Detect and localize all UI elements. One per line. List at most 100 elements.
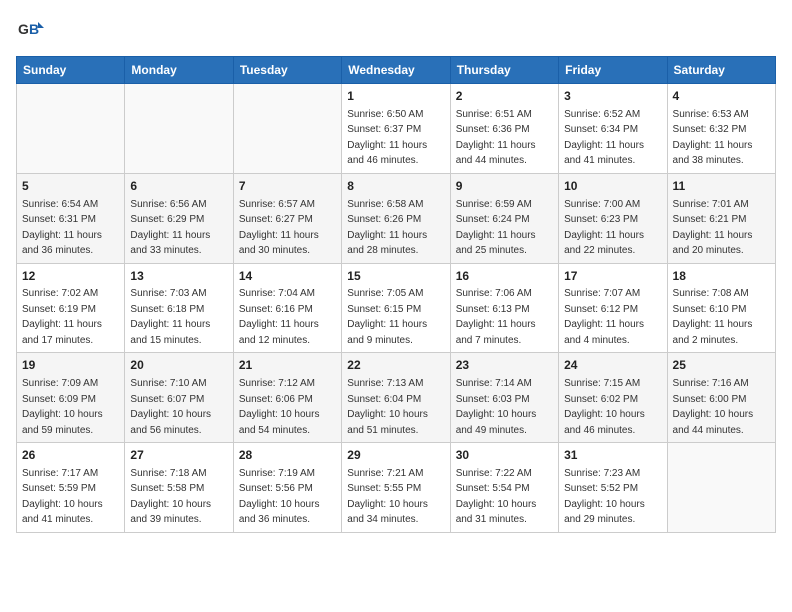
day-number: 30 (456, 447, 553, 464)
day-number: 1 (347, 88, 444, 105)
calendar-cell: 4 Sunrise: 6:53 AMSunset: 6:32 PMDaylight… (667, 84, 775, 174)
page-header: G B (16, 16, 776, 44)
svg-text:G: G (18, 21, 29, 37)
day-number: 23 (456, 357, 553, 374)
day-info: Sunrise: 7:14 AMSunset: 6:03 PMDaylight:… (456, 378, 537, 436)
col-header-monday: Monday (125, 57, 233, 84)
day-info: Sunrise: 7:09 AMSunset: 6:09 PMDaylight:… (22, 378, 103, 436)
calendar-cell: 27 Sunrise: 7:18 AMSunset: 5:58 PMDayligh… (125, 443, 233, 533)
calendar-cell: 25 Sunrise: 7:16 AMSunset: 6:00 PMDayligh… (667, 353, 775, 443)
day-number: 21 (239, 357, 336, 374)
calendar-cell: 14 Sunrise: 7:04 AMSunset: 6:16 PMDayligh… (233, 263, 341, 353)
day-info: Sunrise: 6:57 AMSunset: 6:27 PMDaylight:… (239, 199, 319, 257)
day-info: Sunrise: 6:59 AMSunset: 6:24 PMDaylight:… (456, 199, 536, 257)
day-number: 25 (673, 357, 770, 374)
calendar-cell: 15 Sunrise: 7:05 AMSunset: 6:15 PMDayligh… (342, 263, 450, 353)
day-number: 9 (456, 178, 553, 195)
calendar-cell: 29 Sunrise: 7:21 AMSunset: 5:55 PMDayligh… (342, 443, 450, 533)
calendar-cell (17, 84, 125, 174)
day-info: Sunrise: 7:17 AMSunset: 5:59 PMDaylight:… (22, 468, 103, 526)
day-number: 6 (130, 178, 227, 195)
day-number: 16 (456, 268, 553, 285)
day-info: Sunrise: 6:50 AMSunset: 6:37 PMDaylight:… (347, 109, 427, 167)
calendar-cell: 22 Sunrise: 7:13 AMSunset: 6:04 PMDayligh… (342, 353, 450, 443)
calendar-cell: 20 Sunrise: 7:10 AMSunset: 6:07 PMDayligh… (125, 353, 233, 443)
day-info: Sunrise: 7:04 AMSunset: 6:16 PMDaylight:… (239, 288, 319, 346)
day-info: Sunrise: 6:52 AMSunset: 6:34 PMDaylight:… (564, 109, 644, 167)
day-number: 22 (347, 357, 444, 374)
day-number: 27 (130, 447, 227, 464)
calendar-cell: 1 Sunrise: 6:50 AMSunset: 6:37 PMDaylight… (342, 84, 450, 174)
day-info: Sunrise: 7:03 AMSunset: 6:18 PMDaylight:… (130, 288, 210, 346)
day-info: Sunrise: 7:05 AMSunset: 6:15 PMDaylight:… (347, 288, 427, 346)
calendar-cell: 31Sunrise: 7:23 AMSunset: 5:52 PMDayligh… (559, 443, 667, 533)
calendar-cell: 28Sunrise: 7:19 AMSunset: 5:56 PMDayligh… (233, 443, 341, 533)
calendar-cell: 23 Sunrise: 7:14 AMSunset: 6:03 PMDayligh… (450, 353, 558, 443)
day-info: Sunrise: 7:01 AMSunset: 6:21 PMDaylight:… (673, 199, 753, 257)
day-info: Sunrise: 7:10 AMSunset: 6:07 PMDaylight:… (130, 378, 211, 436)
day-info: Sunrise: 7:12 AMSunset: 6:06 PMDaylight:… (239, 378, 320, 436)
col-header-wednesday: Wednesday (342, 57, 450, 84)
day-number: 15 (347, 268, 444, 285)
calendar-cell: 26 Sunrise: 7:17 AMSunset: 5:59 PMDayligh… (17, 443, 125, 533)
day-info: Sunrise: 7:16 AMSunset: 6:00 PMDaylight:… (673, 378, 754, 436)
day-info: Sunrise: 7:21 AMSunset: 5:55 PMDaylight:… (347, 468, 428, 526)
day-info: Sunrise: 7:02 AMSunset: 6:19 PMDaylight:… (22, 288, 102, 346)
day-number: 8 (347, 178, 444, 195)
day-number: 7 (239, 178, 336, 195)
calendar-cell: 21 Sunrise: 7:12 AMSunset: 6:06 PMDayligh… (233, 353, 341, 443)
col-header-thursday: Thursday (450, 57, 558, 84)
day-info: Sunrise: 7:22 AMSunset: 5:54 PMDaylight:… (456, 468, 537, 526)
calendar-cell: 24 Sunrise: 7:15 AMSunset: 6:02 PMDayligh… (559, 353, 667, 443)
day-number: 12 (22, 268, 119, 285)
calendar-cell: 8Sunrise: 6:58 AMSunset: 6:26 PMDaylight… (342, 173, 450, 263)
logo: G B (16, 16, 48, 44)
col-header-saturday: Saturday (667, 57, 775, 84)
calendar-cell: 13 Sunrise: 7:03 AMSunset: 6:18 PMDayligh… (125, 263, 233, 353)
day-info: Sunrise: 6:56 AMSunset: 6:29 PMDaylight:… (130, 199, 210, 257)
day-info: Sunrise: 7:08 AMSunset: 6:10 PMDaylight:… (673, 288, 753, 346)
calendar-cell: 30 Sunrise: 7:22 AMSunset: 5:54 PMDayligh… (450, 443, 558, 533)
calendar-cell: 6 Sunrise: 6:56 AMSunset: 6:29 PMDaylight… (125, 173, 233, 263)
day-info: Sunrise: 6:54 AMSunset: 6:31 PMDaylight:… (22, 199, 102, 257)
calendar-cell: 17 Sunrise: 7:07 AMSunset: 6:12 PMDayligh… (559, 263, 667, 353)
day-number: 24 (564, 357, 661, 374)
day-number: 17 (564, 268, 661, 285)
day-number: 3 (564, 88, 661, 105)
day-number: 2 (456, 88, 553, 105)
col-header-sunday: Sunday (17, 57, 125, 84)
day-number: 14 (239, 268, 336, 285)
col-header-tuesday: Tuesday (233, 57, 341, 84)
calendar-cell: 5 Sunrise: 6:54 AMSunset: 6:31 PMDaylight… (17, 173, 125, 263)
calendar-cell: 11Sunrise: 7:01 AMSunset: 6:21 PMDayligh… (667, 173, 775, 263)
day-info: Sunrise: 7:19 AMSunset: 5:56 PMDaylight:… (239, 468, 320, 526)
calendar-cell (125, 84, 233, 174)
day-number: 18 (673, 268, 770, 285)
calendar-cell: 2 Sunrise: 6:51 AMSunset: 6:36 PMDaylight… (450, 84, 558, 174)
calendar-cell: 10 Sunrise: 7:00 AMSunset: 6:23 PMDayligh… (559, 173, 667, 263)
day-info: Sunrise: 7:15 AMSunset: 6:02 PMDaylight:… (564, 378, 645, 436)
day-number: 20 (130, 357, 227, 374)
day-info: Sunrise: 6:51 AMSunset: 6:36 PMDaylight:… (456, 109, 536, 167)
calendar-cell: 19 Sunrise: 7:09 AMSunset: 6:09 PMDayligh… (17, 353, 125, 443)
calendar-cell: 9 Sunrise: 6:59 AMSunset: 6:24 PMDaylight… (450, 173, 558, 263)
day-number: 5 (22, 178, 119, 195)
day-info: Sunrise: 7:13 AMSunset: 6:04 PMDaylight:… (347, 378, 428, 436)
calendar-cell: 18 Sunrise: 7:08 AMSunset: 6:10 PMDayligh… (667, 263, 775, 353)
day-number: 19 (22, 357, 119, 374)
day-number: 13 (130, 268, 227, 285)
day-info: Sunrise: 6:53 AMSunset: 6:32 PMDaylight:… (673, 109, 753, 167)
calendar-cell: 7 Sunrise: 6:57 AMSunset: 6:27 PMDaylight… (233, 173, 341, 263)
day-info: Sunrise: 7:00 AMSunset: 6:23 PMDaylight:… (564, 199, 644, 257)
day-number: 29 (347, 447, 444, 464)
day-number: 26 (22, 447, 119, 464)
day-number: 31 (564, 447, 661, 464)
calendar-table: SundayMondayTuesdayWednesdayThursdayFrid… (16, 56, 776, 533)
svg-text:B: B (29, 21, 39, 37)
day-info: Sunrise: 7:18 AMSunset: 5:58 PMDaylight:… (130, 468, 211, 526)
day-number: 4 (673, 88, 770, 105)
calendar-cell: 16Sunrise: 7:06 AMSunset: 6:13 PMDayligh… (450, 263, 558, 353)
day-info: Sunrise: 7:07 AMSunset: 6:12 PMDaylight:… (564, 288, 644, 346)
logo-icon: G B (16, 16, 44, 44)
day-number: 10 (564, 178, 661, 195)
